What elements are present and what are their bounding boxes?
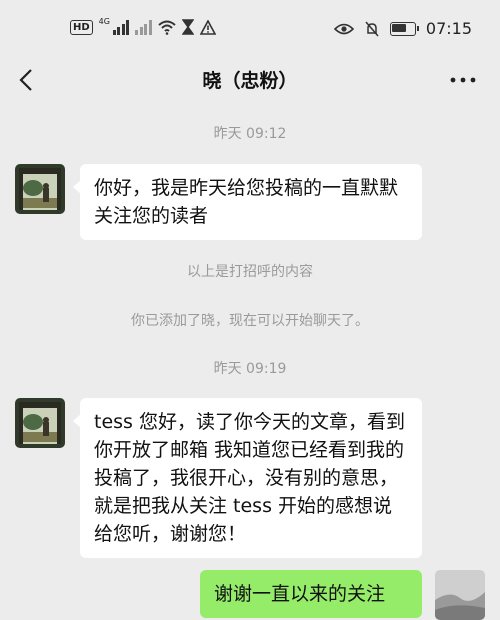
more-dots-icon: [450, 77, 476, 83]
signal-icon: [112, 19, 130, 35]
eye-off-icon: [333, 23, 354, 34]
battery-icon: [389, 21, 419, 36]
battery-level: [391, 23, 406, 32]
timestamp: 昨天 09:12: [213, 126, 287, 142]
my-avatar[interactable]: [435, 570, 485, 620]
outgoing-message-bubble[interactable]: 谢谢一直以来的关注: [200, 570, 422, 618]
message-text: 谢谢一直以来的关注: [214, 583, 386, 605]
wifi-icon: [158, 20, 176, 35]
system-message: 以上是打招呼的内容: [187, 264, 313, 280]
signal-secondary-icon: [135, 19, 152, 35]
incoming-message-bubble[interactable]: tess 您好，读了你今天的文章，看到你开放了邮箱 我知道您已经看到我的投稿了，…: [73, 398, 422, 558]
chat-title: 晓（忠粉）: [202, 70, 298, 92]
avatar[interactable]: [15, 398, 65, 448]
avatar-image: [15, 398, 65, 448]
clock: 07:15: [425, 19, 472, 38]
message-text: 你好，我是昨天给您投稿的一直默默关注您的读者: [94, 177, 399, 227]
incoming-message-bubble[interactable]: 你好，我是昨天给您投稿的一直默默关注您的读者: [73, 164, 422, 240]
network-type-label: 4G: [98, 16, 110, 26]
avatar-image: [15, 164, 65, 214]
status-right: 07:15: [333, 19, 472, 38]
avatar[interactable]: [15, 164, 65, 214]
message-text: tess 您好，读了你今天的文章，看到你开放了邮箱 我知道您已经看到我的投稿了，…: [94, 411, 405, 545]
hourglass-icon: [181, 19, 194, 35]
avatar-image: [435, 570, 485, 620]
more-options-button[interactable]: [450, 66, 476, 91]
status-bar: HD 4G 07:15: [0, 0, 500, 56]
hd-icon: HD: [70, 19, 93, 35]
system-message: 你已添加了晓，现在可以开始聊天了。: [131, 313, 369, 329]
mute-bell-icon: [365, 21, 379, 36]
status-left: HD 4G: [70, 16, 216, 35]
timestamp: 昨天 09:19: [213, 361, 287, 377]
warning-icon: [199, 19, 216, 35]
chat-header: 晓（忠粉）: [0, 56, 500, 104]
